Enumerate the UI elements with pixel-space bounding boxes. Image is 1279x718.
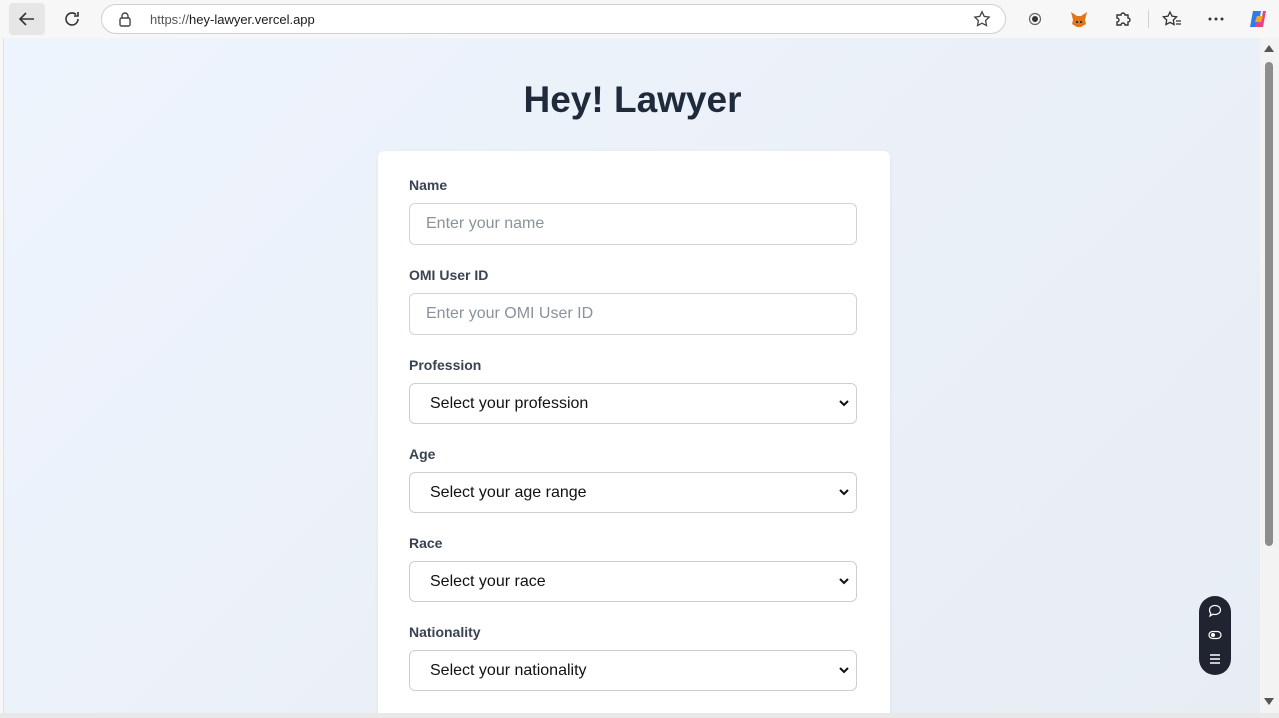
chevron-down-icon [839,400,849,407]
scroll-down-arrow-icon[interactable] [1264,698,1274,705]
race-label: Race [409,535,443,551]
profession-select[interactable]: Select your profession [409,383,857,424]
profession-selected-value: Select your profession [430,395,589,412]
name-input[interactable] [409,203,857,245]
browser-toolbar: https://hey-lawyer.vercel.app [0,0,1279,38]
age-label: Age [409,446,436,462]
url-protocol: https:// [150,12,190,27]
extensions-button[interactable] [1105,3,1141,35]
copilot-icon [1250,11,1266,27]
scrollbar-thumb[interactable] [1265,62,1273,546]
back-arrow-icon [18,12,34,26]
page-viewport: Hey! Lawyer Name OMI User ID Profession … [3,38,1260,713]
record-icon [1028,12,1042,26]
url-host: hey-lawyer.vercel.app [189,12,315,27]
fox-extension-icon [1071,12,1087,27]
toolbar-separator [1148,10,1149,28]
race-selected-value: Select your race [430,573,546,590]
puzzle-icon [1116,12,1131,26]
favorites-icon [1162,10,1181,26]
url-text[interactable]: https://hey-lawyer.vercel.app [150,12,315,27]
reload-icon [65,12,79,26]
omi-user-id-input[interactable] [409,293,857,335]
age-select[interactable]: Select your age range [409,472,857,513]
nationality-selected-value: Select your nationality [430,662,587,679]
chevron-down-icon [839,578,849,585]
form-card: Name OMI User ID Profession Select your … [378,151,890,713]
page-title: Hey! Lawyer [523,79,742,120]
page-scrollbar[interactable] [1260,38,1279,713]
more-icon [1208,17,1224,21]
copilot-button[interactable] [1240,3,1276,35]
toggle-icon[interactable] [1208,628,1222,642]
lock-icon[interactable] [118,11,132,27]
chevron-down-icon [839,489,849,496]
menu-icon[interactable] [1208,652,1222,666]
name-label: Name [409,177,448,193]
race-select[interactable]: Select your race [409,561,857,602]
star-icon[interactable] [973,10,991,28]
floating-widget [1199,596,1231,675]
reload-button[interactable] [54,3,90,35]
more-button[interactable] [1198,3,1234,35]
window-bottom-border [0,713,1279,718]
back-button[interactable] [9,3,45,35]
profession-label: Profession [409,357,482,373]
nationality-label: Nationality [409,624,481,640]
omi-user-id-label: OMI User ID [409,267,489,283]
fox-extension-button[interactable] [1061,3,1097,35]
scroll-up-arrow-icon[interactable] [1264,45,1274,52]
favorites-button[interactable] [1154,3,1190,35]
record-extension-button[interactable] [1017,3,1053,35]
address-bar[interactable]: https://hey-lawyer.vercel.app [101,4,1006,34]
age-selected-value: Select your age range [430,484,587,501]
chevron-down-icon [839,667,849,674]
chat-icon[interactable] [1208,604,1222,618]
nationality-select[interactable]: Select your nationality [409,650,857,691]
